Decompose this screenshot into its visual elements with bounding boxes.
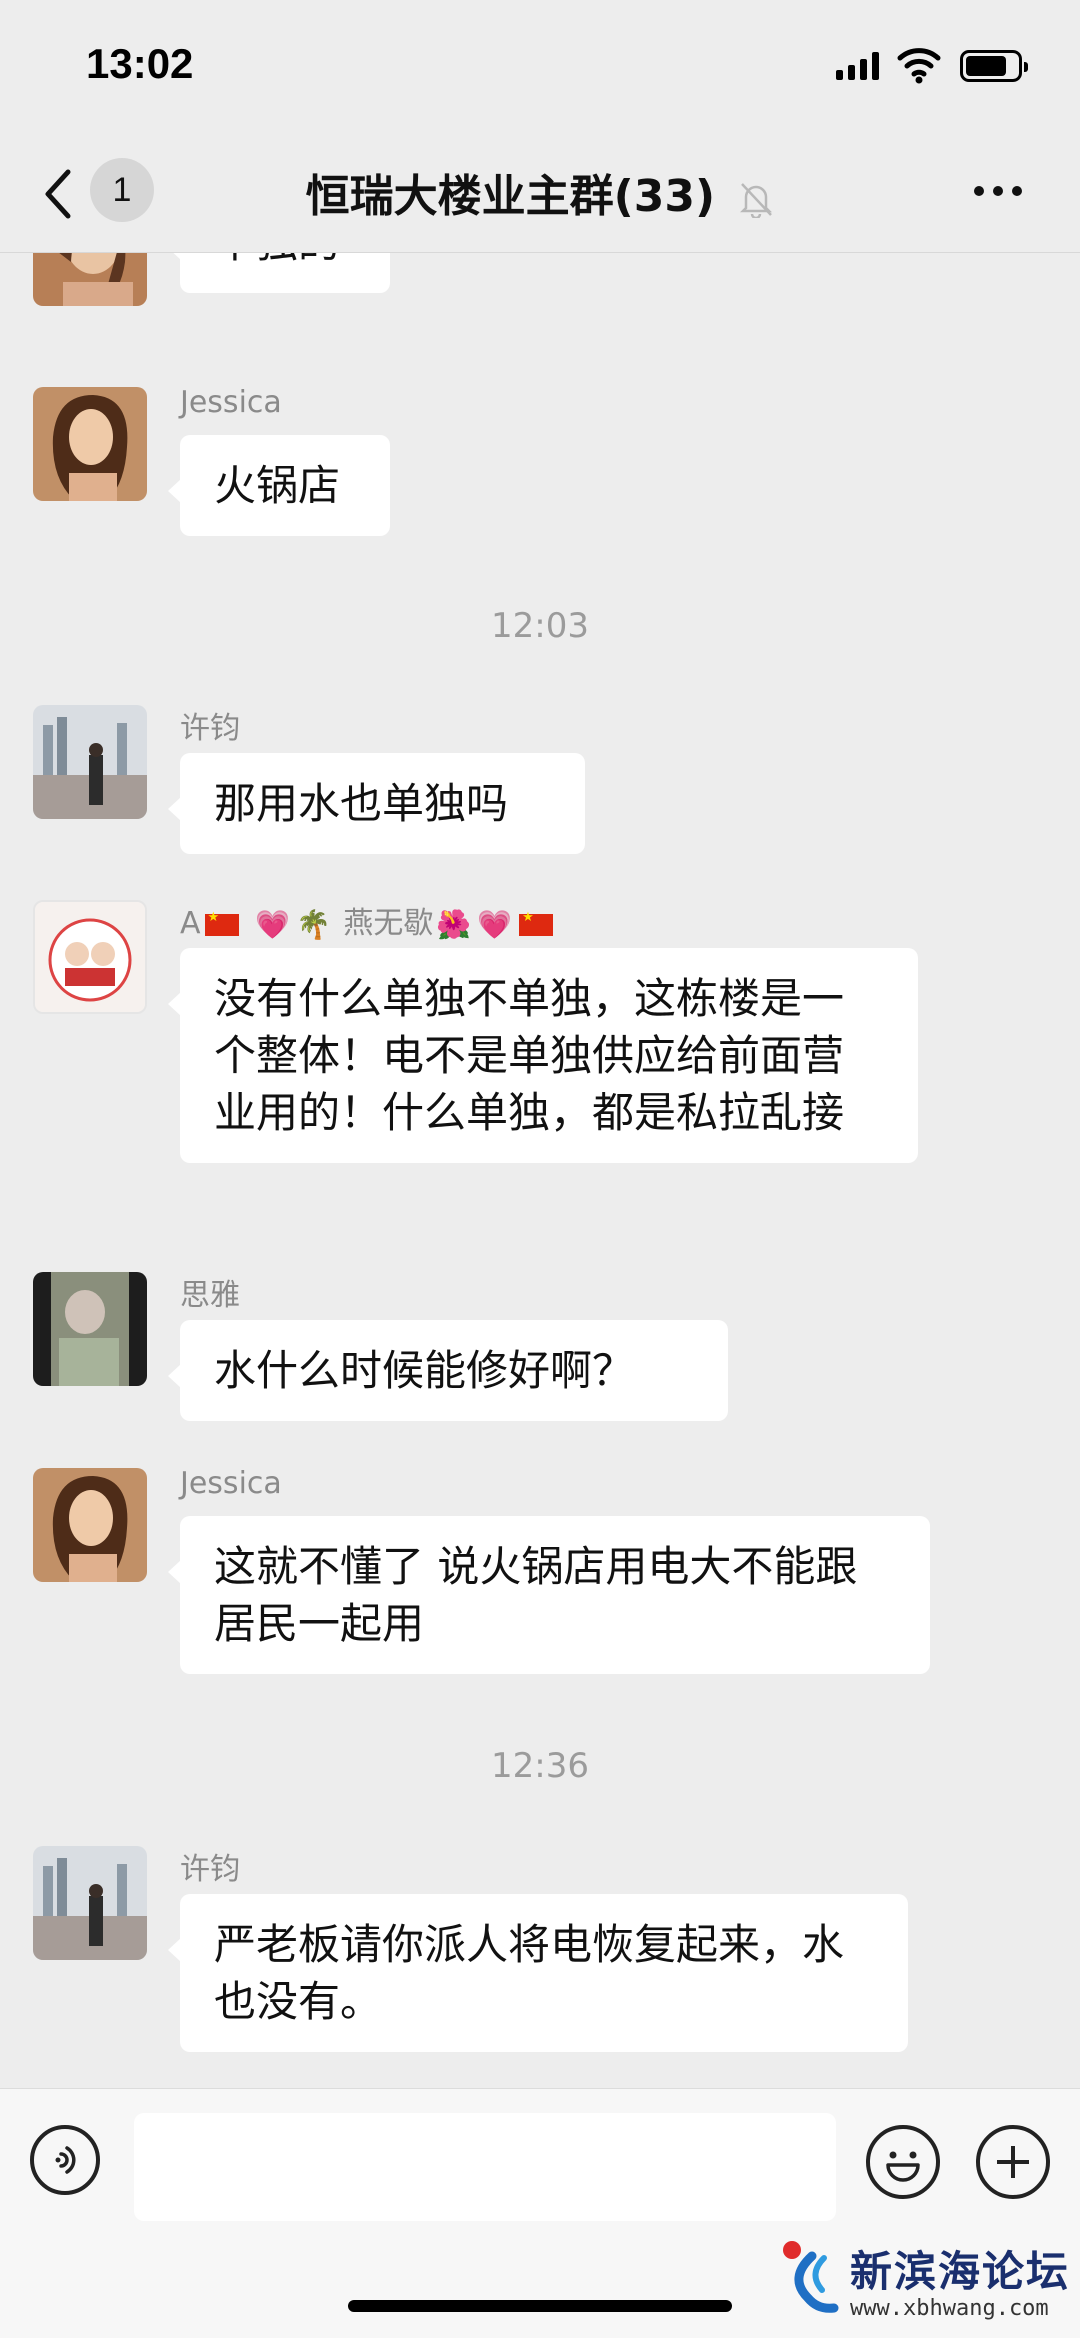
sender-name: 许钧	[180, 711, 240, 746]
china-flag-icon	[519, 910, 554, 936]
watermark: 新滨海论坛 www.xbhwang.com	[778, 2234, 1078, 2334]
message-text: 没有什么单独不单独，这栋楼是一个整体！电不是单独供应给前面营业用的！什么单独，都…	[214, 974, 845, 1137]
message-bubble[interactable]: 火锅店	[168, 435, 390, 536]
avatar[interactable]	[33, 1846, 147, 1960]
avatar[interactable]	[33, 1272, 147, 1386]
more-options-icon[interactable]	[974, 186, 1022, 196]
message-text: 那用水也单独吗	[214, 779, 509, 828]
sender-name: 许钧	[180, 1852, 240, 1887]
message-text: 水什么时候能修好啊？	[214, 1346, 635, 1395]
sender-prefix: A	[180, 906, 201, 941]
chat-title: 恒瑞大楼业主群(33)	[305, 171, 716, 222]
message-bubble[interactable]: 水什么时候能修好啊？	[168, 1320, 728, 1421]
hibiscus-icon: 🌺	[436, 908, 472, 941]
timestamp: 12:03	[491, 606, 589, 646]
timestamp: 12:36	[491, 1746, 589, 1786]
chat-title-wrap: 恒瑞大楼业主群(33)	[0, 160, 1080, 224]
message-bubble[interactable]: 单独的	[168, 252, 390, 293]
emoji-icon[interactable]	[866, 2125, 940, 2199]
message-text: 这就不懂了 说火锅店用电大不能跟居民一起用	[214, 1542, 858, 1648]
message-input[interactable]	[134, 2113, 836, 2221]
china-flag-icon	[204, 910, 239, 936]
message-bubble[interactable]: 严老板请你派人将电恢复起来，水也没有。	[168, 1894, 908, 2052]
message-bubble[interactable]: 那用水也单独吗	[168, 753, 585, 854]
avatar[interactable]	[33, 1468, 147, 1582]
sender-name: Jessica	[180, 1466, 282, 1501]
battery-icon	[960, 50, 1028, 82]
heart-icon: 💗	[477, 908, 513, 941]
message-bubble[interactable]: 没有什么单独不单独，这栋楼是一个整体！电不是单独供应给前面营业用的！什么单独，都…	[168, 948, 918, 1163]
watermark-url: www.xbhwang.com	[850, 2296, 1049, 2321]
status-time: 13:02	[86, 40, 194, 87]
home-indicator[interactable]	[348, 2300, 732, 2312]
avatar[interactable]	[33, 252, 147, 306]
sender-name: Jessica	[180, 385, 282, 420]
plus-icon[interactable]	[976, 2125, 1050, 2199]
message-text: 火锅店	[214, 461, 341, 510]
heart-icon: 💗	[255, 908, 290, 941]
sender-name-row: A 💗🌴 燕无歇🌺💗	[180, 898, 557, 942]
forum-logo-icon	[783, 2241, 839, 2313]
wifi-icon	[897, 48, 941, 84]
palm-tree-icon: 🌴	[295, 908, 331, 941]
watermark-name: 新滨海论坛	[850, 2247, 1071, 2296]
sender-name: 燕无歇	[343, 906, 434, 941]
chat-header: 1 恒瑞大楼业主群(33)	[0, 140, 1080, 253]
avatar[interactable]	[33, 900, 147, 1014]
message-text: 严老板请你派人将电恢复起来，水也没有。	[214, 1920, 845, 2026]
message-list: 单独的 Jessica 火锅店 12:03 许钧 那用水也单独吗 A 💗🌴 燕无…	[0, 252, 1080, 2088]
voice-input-icon[interactable]	[30, 2125, 100, 2195]
sender-name: 思雅	[180, 1278, 240, 1313]
status-bar: 13:02	[0, 0, 1080, 140]
avatar[interactable]	[33, 387, 147, 501]
mute-bell-icon	[740, 183, 773, 218]
message-text: 单独的	[214, 252, 340, 267]
message-bubble[interactable]: 这就不懂了 说火锅店用电大不能跟居民一起用	[168, 1516, 930, 1674]
avatar[interactable]	[33, 705, 147, 819]
cellular-signal-icon	[836, 52, 879, 80]
